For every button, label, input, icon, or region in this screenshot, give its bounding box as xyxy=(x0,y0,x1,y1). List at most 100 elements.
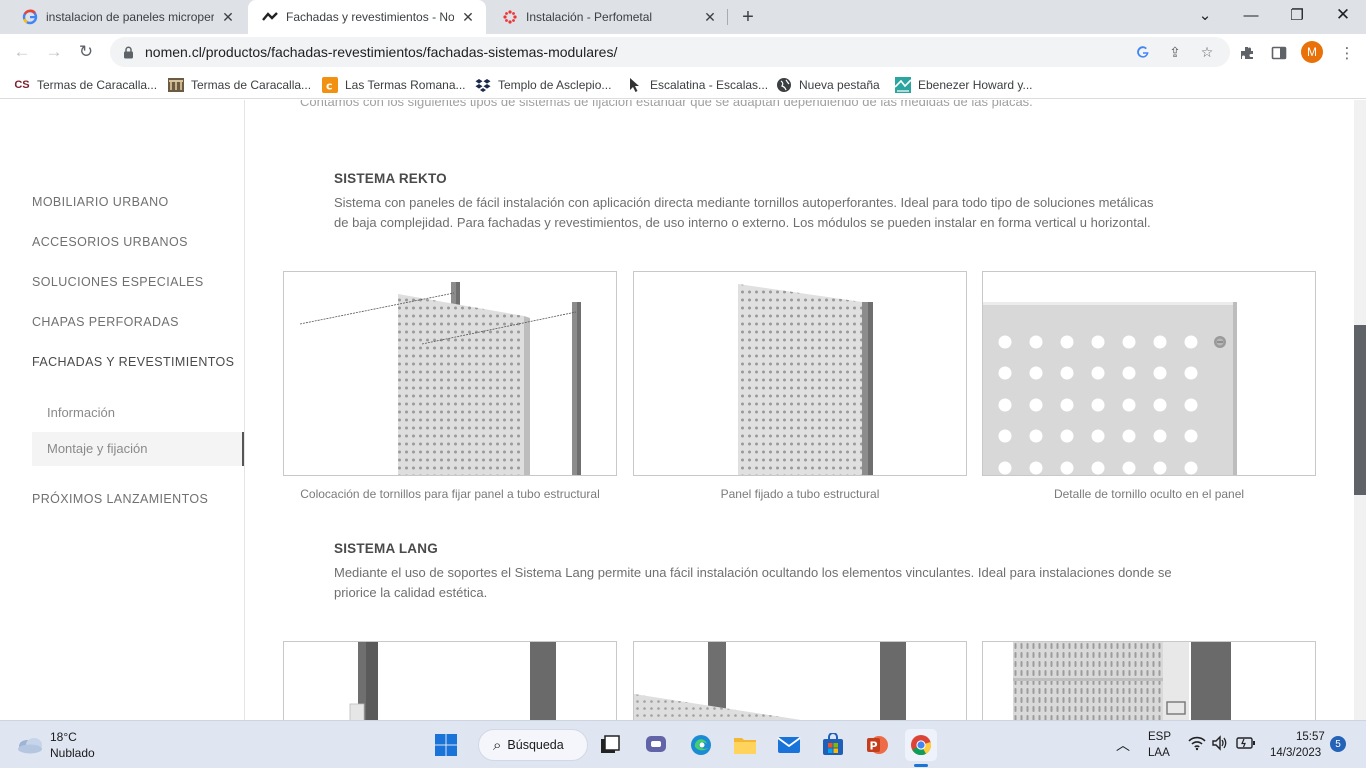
file-explorer-icon[interactable] xyxy=(729,729,761,761)
nomen-logo-icon xyxy=(262,9,278,25)
edge-browser-icon[interactable] xyxy=(685,729,717,761)
rekto-image-screws[interactable] xyxy=(283,271,617,476)
bookmark-item[interactable]: CS Termas de Caracalla... xyxy=(14,75,157,95)
perfometal-icon xyxy=(502,9,518,25)
battery-icon[interactable] xyxy=(1236,736,1256,753)
speaker-icon[interactable] xyxy=(1211,735,1229,754)
sidebar-item-fachadas-revestimientos[interactable]: FACHADAS Y REVESTIMIENTOS xyxy=(32,355,234,369)
bookmark-item[interactable]: c Las Termas Romana... xyxy=(322,75,466,95)
rekto-desc-line: Sistema con paneles de fácil instalación… xyxy=(334,195,1154,210)
tab-google-search[interactable]: instalacion de paneles microperfo ✕ xyxy=(8,0,246,34)
extensions-icon[interactable] xyxy=(1237,43,1257,63)
close-window-button[interactable]: ✕ xyxy=(1320,0,1366,30)
intro-text-partial: Contamos con los siguientes tipos de sis… xyxy=(300,100,1033,109)
bookmark-item[interactable]: Ebenezer Howard y... xyxy=(895,75,1033,95)
tab-search-chevron-icon[interactable]: ⌄ xyxy=(1182,0,1228,30)
tab-title: Instalación - Perfometal xyxy=(526,10,653,24)
taskbar-search[interactable]: ⌕ Búsqueda xyxy=(478,729,588,761)
task-view-icon[interactable] xyxy=(594,729,626,761)
rekto-title: SISTEMA REKTO xyxy=(334,171,447,186)
tab-perfometal[interactable]: Instalación - Perfometal ✕ xyxy=(488,0,728,34)
reload-button[interactable]: ↻ xyxy=(73,39,99,65)
search-icon: ⌕ xyxy=(493,736,502,754)
close-icon[interactable]: ✕ xyxy=(460,9,476,25)
tab-title: instalacion de paneles microperfo xyxy=(46,10,214,24)
rekto-image-detail[interactable] xyxy=(982,271,1316,476)
ruins-thumbnail-icon xyxy=(168,77,184,93)
page-scrollbar[interactable] xyxy=(1354,100,1366,720)
google-lens-icon[interactable] xyxy=(1134,43,1152,61)
bookmark-label: Templo de Asclepio... xyxy=(498,78,612,92)
back-button[interactable]: ← xyxy=(9,39,35,65)
forward-button[interactable]: → xyxy=(41,39,67,65)
microsoft-store-icon[interactable] xyxy=(817,729,849,761)
wifi-icon[interactable] xyxy=(1188,735,1206,754)
language-indicator-bottom[interactable]: LAA xyxy=(1148,747,1170,759)
windows-start-icon[interactable] xyxy=(430,729,462,761)
hidden-screw-detail-illustration xyxy=(983,302,1237,475)
clock-time[interactable]: 15:57 xyxy=(1296,731,1325,743)
products-sidebar: MOBILIARIO URBANO ACCESORIOS URBANOS SOL… xyxy=(0,100,245,720)
tray-chevron-up-icon[interactable]: ︿ xyxy=(1116,735,1130,755)
bookmark-item[interactable]: Escalatina - Escalas... xyxy=(627,75,768,95)
bookmark-item[interactable]: Templo de Asclepio... xyxy=(475,75,611,95)
rekto-image-fixed[interactable] xyxy=(633,271,967,476)
orange-c-icon: c xyxy=(322,77,338,93)
lock-icon[interactable] xyxy=(121,45,135,59)
restore-button[interactable]: ❐ xyxy=(1274,0,1320,30)
bookmark-item[interactable]: Termas de Caracalla... xyxy=(168,75,311,95)
language-indicator-top[interactable]: ESP xyxy=(1148,731,1171,743)
cloud-weather-icon[interactable] xyxy=(16,733,44,760)
windows-taskbar: 18°C Nublado ⌕ Búsqueda P ︿ ESP LAA 15:5 xyxy=(0,720,1366,768)
scrollbar-thumb[interactable] xyxy=(1354,325,1366,495)
sidebar-item-chapas-perforadas[interactable]: CHAPAS PERFORADAS xyxy=(32,315,179,329)
panel-fixed-illustration xyxy=(738,284,873,475)
close-icon[interactable]: ✕ xyxy=(702,9,718,25)
cs-logo-icon: CS xyxy=(14,79,30,91)
svg-text:P: P xyxy=(870,740,878,753)
bookmark-star-icon[interactable]: ☆ xyxy=(1198,43,1216,61)
powerpoint-icon[interactable]: P xyxy=(861,729,893,761)
lang-desc-line: Mediante el uso de soportes el Sistema L… xyxy=(334,565,1172,580)
bookmark-label: Las Termas Romana... xyxy=(345,78,466,92)
minimize-button[interactable]: — xyxy=(1228,0,1274,30)
bookmarks-bar: CS Termas de Caracalla... Termas de Cara… xyxy=(0,70,1366,99)
weather-temperature: 18°C xyxy=(50,730,77,744)
google-icon xyxy=(22,9,38,25)
rekto-caption: Colocación de tornillos para fijar panel… xyxy=(300,487,600,501)
teams-chat-icon[interactable] xyxy=(640,729,672,761)
sidebar-subitem-informacion[interactable]: Información xyxy=(47,405,115,420)
lang-image-2[interactable] xyxy=(633,641,967,720)
globe-icon xyxy=(776,77,792,93)
lang-image-3[interactable] xyxy=(982,641,1316,720)
side-panel-icon[interactable] xyxy=(1269,43,1289,63)
sidebar-item-mobiliario-urbano[interactable]: MOBILIARIO URBANO xyxy=(32,195,169,209)
tab-nomen[interactable]: Fachadas y revestimientos - Nom ✕ xyxy=(248,0,486,34)
address-bar[interactable]: nomen.cl/productos/fachadas-revestimient… xyxy=(110,37,1230,67)
sidebar-subitem-montaje-fijacion[interactable]: Montaje y fijación xyxy=(47,441,147,456)
new-tab-button[interactable]: + xyxy=(736,5,760,29)
lang-image-1[interactable] xyxy=(283,641,617,720)
close-icon[interactable]: ✕ xyxy=(220,9,236,25)
chrome-active-indicator xyxy=(914,764,928,767)
browser-toolbar: ← → ↻ nomen.cl/productos/fachadas-revest… xyxy=(0,34,1366,70)
lang-supports-illustration xyxy=(349,642,556,720)
sidebar-item-soluciones-especiales[interactable]: SOLUCIONES ESPECIALES xyxy=(32,275,204,289)
rekto-caption: Panel fijado a tubo estructural xyxy=(720,487,880,501)
bookmark-label: Escalatina - Escalas... xyxy=(650,78,769,92)
notification-badge[interactable]: 5 xyxy=(1330,736,1346,752)
sidebar-item-accesorios-urbanos[interactable]: ACCESORIOS URBANOS xyxy=(32,235,188,249)
clock-date[interactable]: 14/3/2023 xyxy=(1270,747,1321,759)
menu-kebab-icon[interactable]: ⋮ xyxy=(1337,43,1357,63)
tab-separator xyxy=(727,9,728,25)
bookmark-item[interactable]: Nueva pestaña xyxy=(776,75,880,95)
weather-description: Nublado xyxy=(50,746,95,760)
profile-avatar[interactable]: M xyxy=(1301,41,1323,63)
bookmark-label: Termas de Caracalla... xyxy=(37,78,158,92)
share-icon[interactable]: ⇪ xyxy=(1166,43,1184,61)
tab-strip: instalacion de paneles microperfo ✕ Fach… xyxy=(0,0,1366,34)
mail-icon[interactable] xyxy=(773,729,805,761)
chrome-icon[interactable] xyxy=(905,729,937,761)
sidebar-item-proximos-lanzamientos[interactable]: PRÓXIMOS LANZAMIENTOS xyxy=(32,492,208,506)
cursor-icon xyxy=(627,77,643,93)
